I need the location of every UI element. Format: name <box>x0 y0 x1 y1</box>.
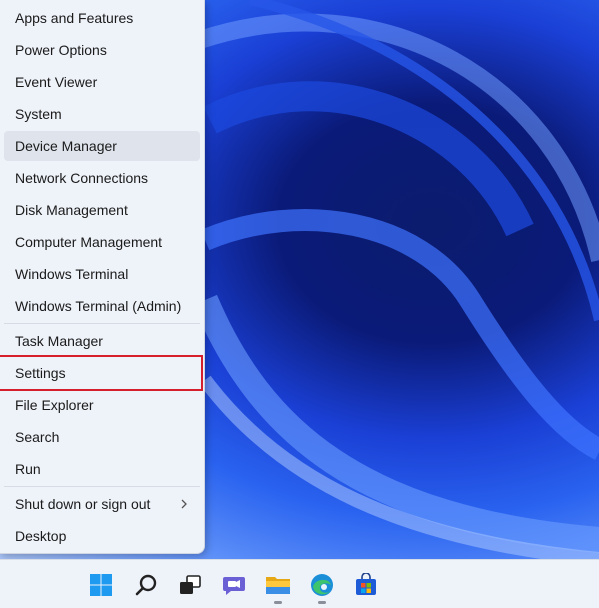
menu-item-computer-management[interactable]: Computer Management <box>4 227 200 257</box>
menu-item-apps-and-features[interactable]: Apps and Features <box>4 3 200 33</box>
menu-item-label: File Explorer <box>15 397 94 413</box>
menu-item-label: Device Manager <box>15 138 117 154</box>
search-icon[interactable] <box>129 568 163 602</box>
menu-item-label: Windows Terminal <box>15 266 129 282</box>
menu-item-label: Windows Terminal (Admin) <box>15 298 182 314</box>
menu-item-label: Power Options <box>15 42 107 58</box>
menu-item-label: System <box>15 106 62 122</box>
menu-item-label: Task Manager <box>15 333 103 349</box>
menu-item-windows-terminal[interactable]: Windows Terminal <box>4 259 200 289</box>
menu-item-label: Search <box>15 429 60 445</box>
winx-context-menu: Apps and Features Power Options Event Vi… <box>0 0 205 554</box>
menu-item-windows-terminal-admin[interactable]: Windows Terminal (Admin) <box>4 291 200 321</box>
file-explorer-icon[interactable] <box>261 568 295 604</box>
menu-item-event-viewer[interactable]: Event Viewer <box>4 67 200 97</box>
menu-item-label: Apps and Features <box>15 10 134 26</box>
windows-start-icon[interactable] <box>84 568 118 602</box>
menu-item-network-connections[interactable]: Network Connections <box>4 163 200 193</box>
menu-item-settings[interactable]: Settings <box>0 355 203 391</box>
menu-item-file-explorer[interactable]: File Explorer <box>4 390 200 420</box>
menu-separator <box>4 323 200 324</box>
menu-item-run[interactable]: Run <box>4 454 200 484</box>
menu-separator <box>4 486 200 487</box>
menu-item-label: Run <box>15 461 41 477</box>
edge-browser-icon[interactable] <box>305 568 339 604</box>
menu-item-shut-down-or-sign-out[interactable]: Shut down or sign out <box>4 489 200 519</box>
chevron-right-icon <box>180 496 188 512</box>
taskbar <box>0 559 599 608</box>
menu-item-label: Shut down or sign out <box>15 496 151 512</box>
menu-item-system[interactable]: System <box>4 99 200 129</box>
running-indicator <box>274 601 282 604</box>
menu-item-label: Disk Management <box>15 202 128 218</box>
menu-item-search[interactable]: Search <box>4 422 200 452</box>
menu-item-label: Desktop <box>15 528 67 544</box>
menu-item-label: Settings <box>15 365 66 381</box>
menu-item-power-options[interactable]: Power Options <box>4 35 200 65</box>
menu-item-label: Event Viewer <box>15 74 98 90</box>
menu-item-label: Network Connections <box>15 170 149 186</box>
menu-item-desktop[interactable]: Desktop <box>4 521 200 551</box>
menu-item-device-manager[interactable]: Device Manager <box>4 131 200 161</box>
task-view-icon[interactable] <box>173 568 207 602</box>
menu-item-label: Computer Management <box>15 234 163 250</box>
menu-item-task-manager[interactable]: Task Manager <box>4 326 200 356</box>
menu-item-disk-management[interactable]: Disk Management <box>4 195 200 225</box>
running-indicator <box>318 601 326 604</box>
microsoft-store-icon[interactable] <box>349 568 383 602</box>
teams-chat-icon[interactable] <box>217 568 251 602</box>
